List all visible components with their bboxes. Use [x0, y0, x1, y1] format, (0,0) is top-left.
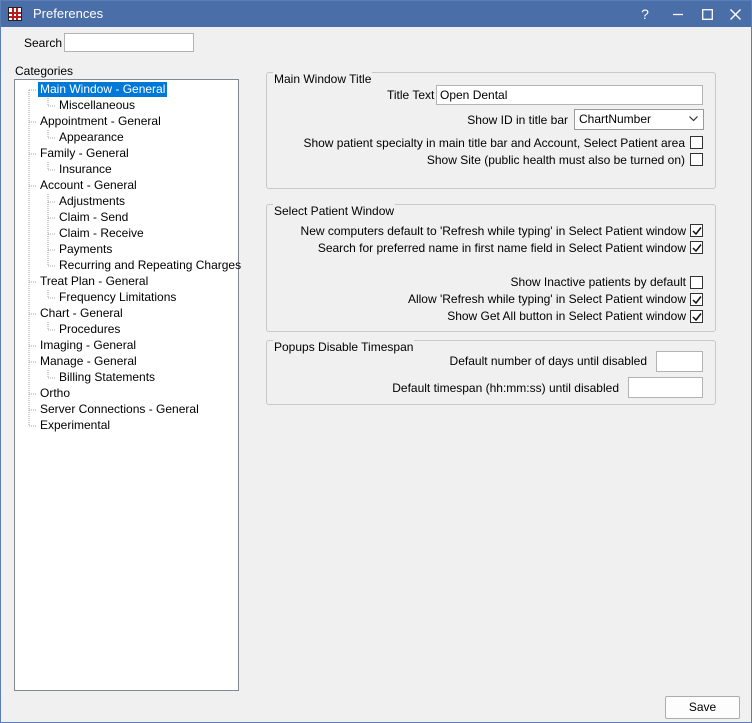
category-item-imaging-general[interactable]: Imaging - General	[38, 338, 138, 353]
category-item-billing-statements[interactable]: Billing Statements	[57, 370, 157, 385]
show-specialty-checkbox[interactable]	[690, 136, 703, 149]
title-bar[interactable]: Preferences ?	[1, 1, 751, 27]
category-item-appearance[interactable]: Appearance	[57, 130, 126, 145]
category-item-main-window-general[interactable]: Main Window - General	[38, 82, 168, 97]
checkmark-icon	[692, 244, 702, 253]
show-id-select[interactable]: ChartNumber	[574, 109, 704, 130]
show-inactive-checkbox[interactable]	[690, 276, 703, 289]
new-computers-refresh-checkbox[interactable]	[690, 224, 703, 237]
category-item-manage-general[interactable]: Manage - General	[38, 354, 139, 369]
title-text-input[interactable]	[436, 85, 703, 105]
category-item-insurance[interactable]: Insurance	[57, 162, 114, 177]
tree-connector-lines	[28, 89, 56, 427]
search-input[interactable]	[64, 33, 194, 52]
title-text-label: Title Text	[387, 88, 435, 102]
group-title-main-window: Main Window Title	[273, 72, 373, 86]
show-site-label: Show Site (public health must also be tu…	[426, 153, 685, 167]
category-item-claim-receive[interactable]: Claim - Receive	[57, 226, 146, 241]
window-title: Preferences	[33, 6, 104, 21]
app-icon	[8, 7, 22, 21]
allow-refresh-checkbox[interactable]	[690, 293, 703, 306]
new-computers-refresh-label: New computers default to 'Refresh while …	[300, 224, 686, 238]
category-item-procedures[interactable]: Procedures	[57, 322, 122, 337]
category-item-recurring-and-repeating-charges[interactable]: Recurring and Repeating Charges	[57, 258, 243, 273]
allow-refresh-label: Allow 'Refresh while typing' in Select P…	[407, 292, 686, 306]
popups-timespan-group: Popups Disable Timespan Default number o…	[266, 340, 716, 405]
default-timespan-input[interactable]	[628, 377, 703, 398]
select-patient-group: Select Patient Window New computers defa…	[266, 204, 716, 332]
category-item-payments[interactable]: Payments	[57, 242, 114, 257]
show-inactive-label: Show Inactive patients by default	[510, 275, 686, 289]
category-item-chart-general[interactable]: Chart - General	[38, 306, 125, 321]
main-window-title-group: Main Window Title Title Text Show ID in …	[266, 72, 716, 189]
minimize-icon[interactable]	[663, 1, 693, 27]
category-item-treat-plan-general[interactable]: Treat Plan - General	[38, 274, 150, 289]
category-item-claim-send[interactable]: Claim - Send	[57, 210, 130, 225]
preferences-window: Preferences ? Search Categories Main Win…	[0, 0, 752, 723]
default-days-label: Default number of days until disabled	[449, 354, 647, 368]
category-item-frequency-limitations[interactable]: Frequency Limitations	[57, 290, 178, 305]
category-item-adjustments[interactable]: Adjustments	[57, 194, 127, 209]
checkmark-icon	[692, 296, 702, 305]
categories-tree[interactable]: Main Window - General Miscellaneous Appoin…	[14, 79, 241, 691]
show-site-checkbox[interactable]	[690, 153, 703, 166]
preferred-name-label: Search for preferred name in first name …	[317, 241, 686, 255]
category-item-family-general[interactable]: Family - General	[38, 146, 131, 161]
show-get-all-label: Show Get All button in Select Patient wi…	[447, 309, 686, 323]
group-title-select-patient: Select Patient Window	[273, 204, 396, 218]
category-item-miscellaneous[interactable]: Miscellaneous	[57, 98, 137, 113]
search-label: Search	[24, 36, 63, 50]
category-item-appointment-general[interactable]: Appointment - General	[38, 114, 163, 129]
preferred-name-checkbox[interactable]	[690, 241, 703, 254]
close-icon[interactable]	[720, 1, 750, 27]
categories-label: Categories	[15, 64, 74, 78]
chevron-down-icon	[689, 116, 698, 122]
show-get-all-checkbox[interactable]	[690, 310, 703, 323]
group-title-popups: Popups Disable Timespan	[273, 340, 415, 354]
checkmark-icon	[692, 313, 702, 322]
checkmark-icon	[692, 227, 702, 236]
maximize-icon[interactable]	[692, 1, 722, 27]
category-item-server-connections-general[interactable]: Server Connections - General	[38, 402, 201, 417]
show-specialty-label: Show patient specialty in main title bar…	[303, 136, 685, 150]
show-id-value: ChartNumber	[579, 112, 652, 126]
default-timespan-label: Default timespan (hh:mm:ss) until disabl…	[392, 381, 619, 395]
category-item-account-general[interactable]: Account - General	[38, 178, 139, 193]
show-id-label: Show ID in title bar	[467, 113, 568, 127]
default-days-input[interactable]	[656, 351, 703, 372]
category-item-experimental[interactable]: Experimental	[38, 418, 112, 433]
help-button[interactable]: ?	[630, 1, 660, 27]
category-item-ortho[interactable]: Ortho	[38, 386, 72, 401]
save-button[interactable]: Save	[665, 696, 740, 719]
